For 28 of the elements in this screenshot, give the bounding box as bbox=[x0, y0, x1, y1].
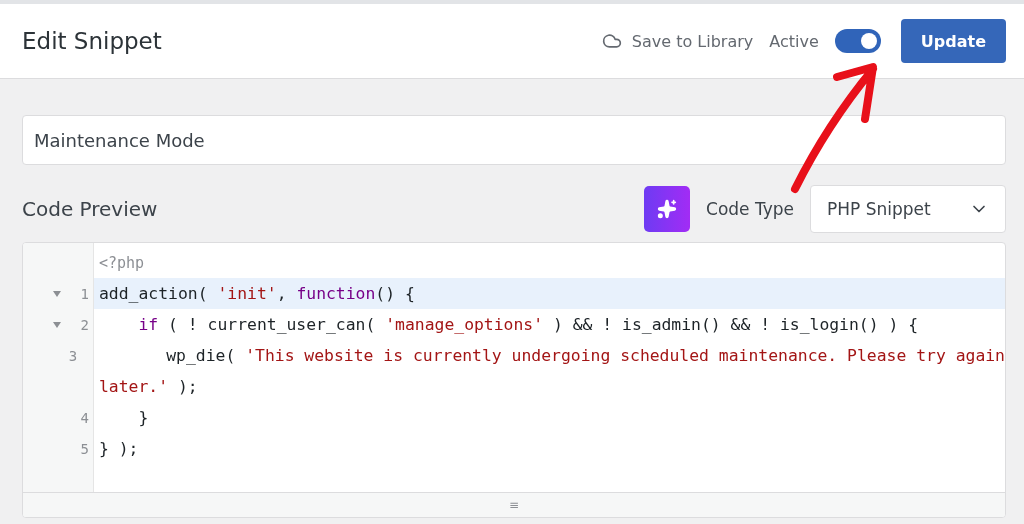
cloud-icon bbox=[601, 31, 622, 51]
page-title: Edit Snippet bbox=[22, 28, 163, 54]
ai-button[interactable] bbox=[644, 186, 690, 232]
code-line: } bbox=[137, 408, 149, 427]
code-editor[interactable] bbox=[22, 242, 1006, 518]
active-toggle[interactable] bbox=[834, 29, 881, 53]
sparkle-icon bbox=[657, 199, 677, 219]
line-number: 2 bbox=[80, 316, 89, 333]
code-line: add_action( 'init', function() { bbox=[98, 284, 415, 303]
code-line: <?php bbox=[98, 253, 145, 272]
line-number: 5 bbox=[80, 440, 89, 457]
line-number: 3 bbox=[68, 347, 78, 364]
line-number: 1 bbox=[80, 285, 89, 302]
line-number: 4 bbox=[80, 409, 89, 426]
code-type-select[interactable]: PHP Snippet bbox=[810, 185, 1006, 233]
save-to-library-link[interactable]: Save to Library bbox=[601, 31, 754, 51]
resize-handle[interactable]: ≡ bbox=[508, 498, 520, 512]
code-type-label: Code Type bbox=[706, 199, 794, 219]
fold-icon[interactable] bbox=[53, 321, 61, 328]
section-title: Code Preview bbox=[22, 197, 159, 221]
update-button[interactable]: Update bbox=[900, 19, 1006, 63]
active-label: Active bbox=[769, 31, 819, 51]
code-line: wp_die( 'This website is currently undergoing scheduled maintenance. Please try again bbox=[165, 346, 1005, 365]
code-line: if ( ! current_user_can( 'manage_options' ) && ! is_admin() && ! is_login() ) { bbox=[137, 315, 919, 334]
code-line: } ); bbox=[98, 439, 139, 458]
code-line: later.' ); bbox=[98, 377, 198, 396]
snippet-name-field[interactable]: Maintenance Mode bbox=[22, 115, 1006, 165]
fold-icon[interactable] bbox=[53, 290, 61, 297]
